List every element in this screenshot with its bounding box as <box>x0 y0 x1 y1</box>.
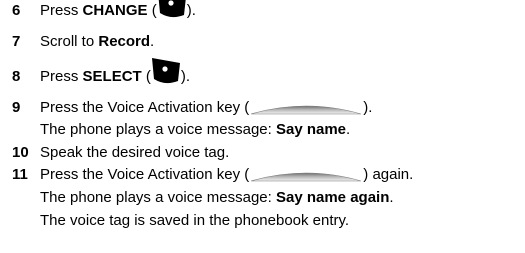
softkey-label-change: CHANGE <box>82 2 148 19</box>
document-page: { "steps": [ { "number": "6", "pre": "Pr… <box>0 0 525 253</box>
step-number: 9 <box>12 99 21 116</box>
step-text: Press the Voice Activation key ( <box>40 99 250 116</box>
step-text: Press <box>40 68 83 85</box>
step-11: 11 Press the Voice Activation key ( ) ag… <box>0 164 525 186</box>
step-11-note: The voice tag is saved in the phonebook … <box>40 212 350 229</box>
step-8: 8 Press SELECT ( ). <box>0 58 525 88</box>
step-number: 8 <box>12 68 21 85</box>
left-softkey-icon <box>151 55 181 85</box>
step-number: 10 <box>12 144 29 161</box>
softkey-label-select: SELECT <box>82 68 142 85</box>
voice-prompt-say-name: Say name <box>275 121 347 138</box>
step-9-result: The phone plays a voice message: Say nam… <box>40 121 351 138</box>
step-9: 9 Press the Voice Activation key ( ). <box>0 97 525 119</box>
step-number: 7 <box>12 33 21 50</box>
step-7: 7 Scroll to Record. <box>0 31 525 53</box>
step-10: 10 Speak the desired voice tag. <box>0 142 525 164</box>
step-11-result: The phone plays a voice message: Say nam… <box>40 189 394 206</box>
menu-item-record: Record <box>98 33 151 50</box>
step-text: Press <box>40 2 83 19</box>
step-text: Press the Voice Activation key ( <box>40 166 250 183</box>
left-softkey-icon <box>157 0 187 19</box>
step-text: Scroll to <box>40 33 99 50</box>
step-number: 11 <box>12 166 28 183</box>
step-text: Speak the desired voice tag. <box>40 144 230 161</box>
voice-activation-key-icon <box>250 168 362 182</box>
voice-prompt-say-name-again: Say name again <box>275 189 390 206</box>
step-6: 6 Press CHANGE ( ). <box>0 0 525 22</box>
voice-activation-key-icon <box>250 101 362 115</box>
step-number: 6 <box>12 2 21 19</box>
